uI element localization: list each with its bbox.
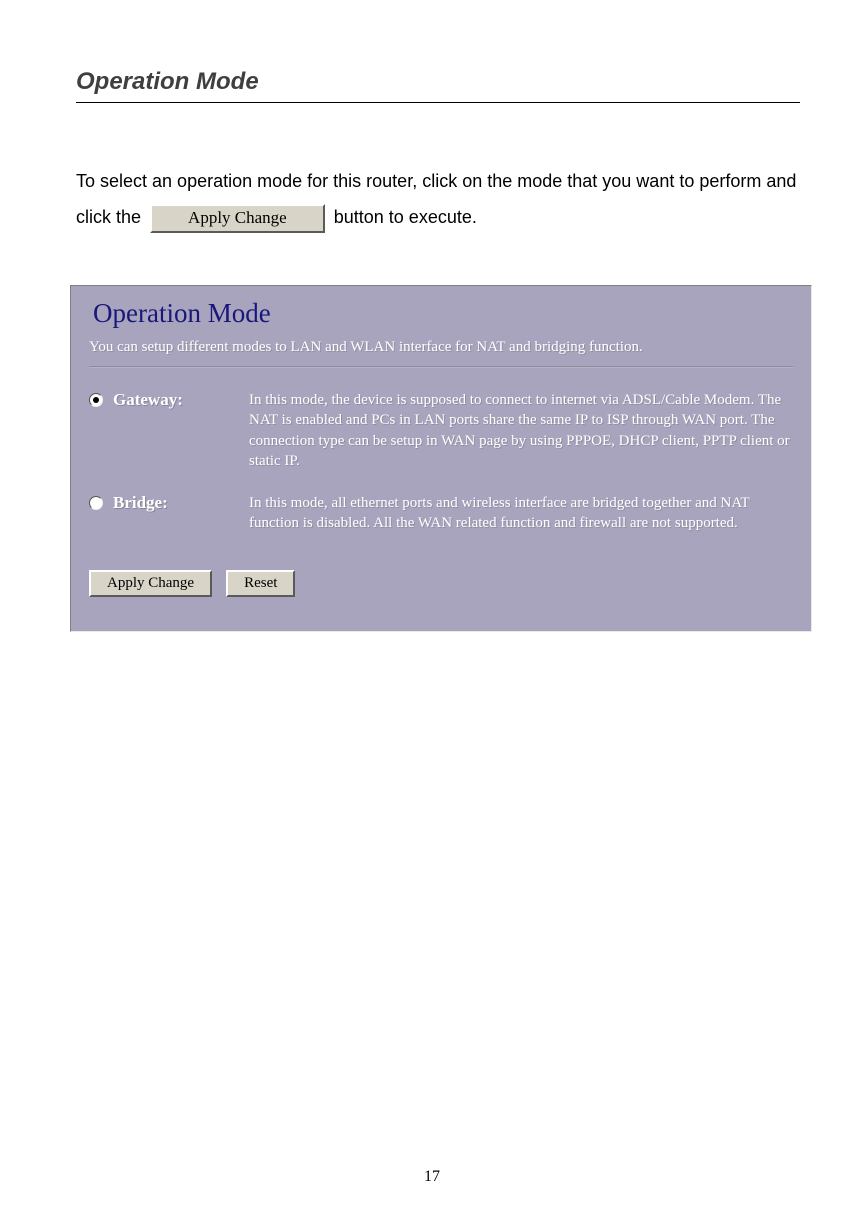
intro-paragraph: To select an operation mode for this rou… bbox=[76, 163, 800, 235]
divider bbox=[89, 366, 793, 368]
radio-bridge[interactable] bbox=[89, 496, 103, 510]
screenshot-button-row: Apply Change Reset bbox=[89, 570, 793, 597]
screenshot-title: Operation Mode bbox=[93, 298, 793, 329]
screenshot-subtitle: You can setup different modes to LAN and… bbox=[89, 339, 793, 356]
apply-change-button[interactable]: Apply Change bbox=[89, 570, 212, 597]
mode-row-gateway: Gateway: In this mode, the device is sup… bbox=[89, 390, 793, 471]
mode-row-bridge: Bridge: In this mode, all ethernet ports… bbox=[89, 493, 793, 534]
radio-dot-icon bbox=[93, 397, 99, 403]
apply-change-inline-button: Apply Change bbox=[150, 204, 325, 233]
mode-desc-bridge: In this mode, all ethernet ports and wir… bbox=[249, 493, 793, 534]
mode-label-bridge: Bridge: bbox=[113, 493, 168, 513]
page-number: 17 bbox=[0, 1168, 864, 1186]
operation-mode-screenshot: Operation Mode You can setup different m… bbox=[70, 285, 812, 632]
reset-button[interactable]: Reset bbox=[226, 570, 295, 597]
mode-label-gateway: Gateway: bbox=[113, 390, 183, 410]
radio-gateway[interactable] bbox=[89, 393, 103, 407]
mode-desc-gateway: In this mode, the device is supposed to … bbox=[249, 390, 793, 471]
intro-text-2: button to execute. bbox=[334, 207, 477, 227]
page-heading: Operation Mode bbox=[76, 68, 800, 103]
